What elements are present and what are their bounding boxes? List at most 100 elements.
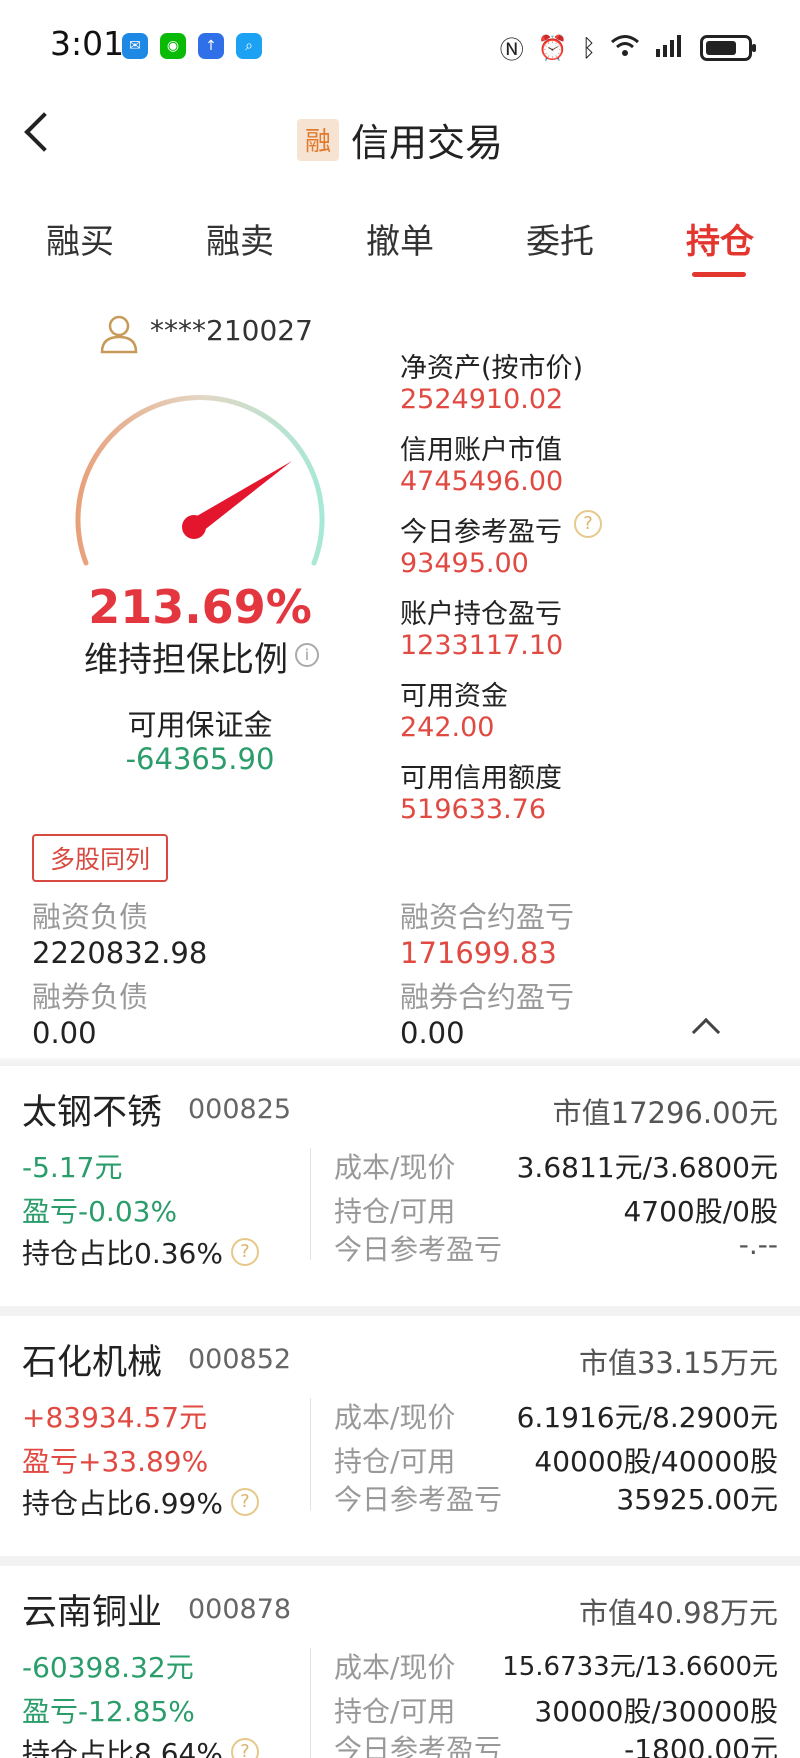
metric-label: 可用信用额度 bbox=[400, 763, 562, 794]
tab-margin-sell[interactable]: 融卖 bbox=[206, 214, 274, 263]
holding-value: 40000股/40000股 bbox=[534, 1445, 778, 1478]
metric-value: 1233117.10 bbox=[400, 630, 564, 661]
metric-value: 519633.76 bbox=[400, 794, 547, 825]
pl-amount: -60398.32元 bbox=[22, 1651, 194, 1684]
help-icon[interactable]: ? bbox=[574, 510, 602, 538]
upload-app-icon: ↑ bbox=[198, 33, 224, 59]
battery-icon bbox=[700, 34, 756, 61]
position-weight-text: 持仓占比0.36% bbox=[22, 1237, 223, 1270]
wifi-icon bbox=[610, 33, 640, 63]
available-margin-value: -64365.90 bbox=[125, 742, 275, 776]
pl-percent: 盈亏+33.89% bbox=[22, 1445, 209, 1478]
securities-contract-pl-label: 融券合约盈亏 bbox=[400, 980, 575, 1014]
metric-label: 净资产(按市价) bbox=[400, 353, 584, 384]
maintenance-ratio-label: 维持担保比例 bbox=[84, 640, 288, 680]
metric-label: 今日参考盈亏 bbox=[400, 517, 562, 548]
metric-label: 可用资金 bbox=[400, 681, 508, 712]
cost-price-label: 成本/现价 bbox=[334, 1651, 456, 1684]
cost-price-value: 3.6811元/3.6800元 bbox=[516, 1151, 778, 1184]
help-icon[interactable]: ? bbox=[230, 1238, 259, 1266]
market-value: 市值33.15万元 bbox=[578, 1346, 778, 1380]
message-app-icon: ✉ bbox=[122, 33, 148, 59]
help-icon[interactable]: ? bbox=[230, 1488, 259, 1516]
holding-label: 持仓/可用 bbox=[334, 1195, 456, 1228]
today-pl-label: 今日参考盈亏 bbox=[334, 1483, 503, 1516]
page-header: 融 信用交易 bbox=[0, 112, 800, 167]
multi-stock-button[interactable]: 多股同列 bbox=[32, 834, 168, 882]
pl-amount: +83934.57元 bbox=[22, 1401, 208, 1434]
holding-value: 30000股/30000股 bbox=[534, 1695, 778, 1728]
pl-percent: 盈亏-0.03% bbox=[22, 1195, 178, 1228]
position-weight: 持仓占比0.36% ? bbox=[22, 1232, 259, 1272]
metric-value: 242.00 bbox=[400, 712, 495, 743]
card-divider bbox=[310, 1398, 311, 1510]
card-divider bbox=[310, 1648, 311, 1758]
securities-debt-label: 融券负债 bbox=[32, 980, 149, 1014]
account-id: ****210027 bbox=[150, 314, 313, 347]
alarm-icon: ⏰ bbox=[537, 33, 568, 62]
status-time: 3:01 bbox=[50, 24, 125, 63]
metric-label: 账户持仓盈亏 bbox=[400, 599, 562, 630]
pl-percent: 盈亏-12.85% bbox=[22, 1695, 195, 1728]
today-pl-value: -1800.00元 bbox=[624, 1733, 778, 1758]
cost-price-value: 15.6733元/13.6600元 bbox=[502, 1652, 778, 1682]
position-card[interactable]: 太钢不锈 000825 市值17296.00元 -5.17元 盈亏-0.03% … bbox=[0, 1066, 800, 1306]
help-icon[interactable]: ? bbox=[230, 1738, 259, 1758]
stock-name: 石化机械 bbox=[22, 1343, 163, 1383]
securities-debt-value: 0.00 bbox=[32, 1016, 97, 1050]
tab-orders[interactable]: 委托 bbox=[526, 214, 594, 263]
bluetooth-icon: ᛒ bbox=[581, 33, 596, 62]
page-title: 信用交易 bbox=[350, 121, 503, 165]
pl-amount: -5.17元 bbox=[22, 1151, 123, 1184]
financing-contract-pl-label: 融资合约盈亏 bbox=[400, 900, 575, 934]
market-value: 市值17296.00元 bbox=[552, 1096, 778, 1130]
today-pl-value: -.-- bbox=[738, 1228, 778, 1261]
today-pl-label: 今日参考盈亏 bbox=[334, 1233, 503, 1266]
stock-code: 000825 bbox=[188, 1094, 292, 1125]
metric-value: 93495.00 bbox=[400, 548, 529, 579]
stock-code: 000878 bbox=[188, 1594, 292, 1625]
securities-contract-pl-value: 0.00 bbox=[400, 1016, 465, 1050]
search-app-icon: ⌕ bbox=[236, 33, 262, 59]
user-icon bbox=[100, 315, 138, 354]
cost-price-value: 6.1916元/8.2900元 bbox=[516, 1401, 778, 1434]
stock-name: 太钢不锈 bbox=[22, 1093, 163, 1133]
nfc-icon: Ⓝ bbox=[499, 36, 524, 64]
status-icons: Ⓝ ⏰ ᛒ bbox=[499, 30, 756, 65]
market-value: 市值40.98万元 bbox=[578, 1596, 778, 1630]
credit-badge-icon: 融 bbox=[296, 118, 339, 161]
stock-name: 云南铜业 bbox=[22, 1593, 163, 1633]
holding-label: 持仓/可用 bbox=[334, 1445, 456, 1478]
holding-value: 4700股/0股 bbox=[623, 1195, 778, 1228]
financing-debt-label: 融资负债 bbox=[32, 900, 149, 934]
card-divider bbox=[310, 1148, 311, 1260]
metric-value: 2524910.02 bbox=[400, 384, 564, 415]
position-weight: 持仓占比8.64% ? bbox=[22, 1732, 259, 1758]
tab-margin-buy[interactable]: 融买 bbox=[46, 214, 114, 263]
financing-contract-pl-value: 171699.83 bbox=[400, 936, 557, 970]
signal-icon bbox=[654, 33, 686, 63]
position-weight-text: 持仓占比6.99% bbox=[22, 1487, 223, 1520]
tab-cancel-order[interactable]: 撤单 bbox=[366, 214, 434, 263]
metric-value: 4745496.00 bbox=[400, 466, 564, 497]
today-pl-label: 今日参考盈亏 bbox=[334, 1733, 503, 1758]
info-icon[interactable]: i bbox=[295, 643, 319, 667]
position-card[interactable]: 云南铜业 000878 市值40.98万元 -60398.32元 盈亏-12.8… bbox=[0, 1566, 800, 1758]
cost-price-label: 成本/现价 bbox=[334, 1151, 456, 1184]
available-margin-label: 可用保证金 bbox=[127, 708, 273, 742]
stock-code: 000852 bbox=[188, 1344, 292, 1375]
today-pl-value: 35925.00元 bbox=[616, 1483, 778, 1516]
position-weight: 持仓占比6.99% ? bbox=[22, 1482, 259, 1522]
holding-label: 持仓/可用 bbox=[334, 1695, 456, 1728]
maintenance-ratio-gauge bbox=[75, 395, 325, 566]
financing-debt-value: 2220832.98 bbox=[32, 936, 208, 970]
position-card[interactable]: 石化机械 000852 市值33.15万元 +83934.57元 盈亏+33.8… bbox=[0, 1316, 800, 1556]
maintenance-ratio-value: 213.69% bbox=[88, 580, 312, 634]
tab-positions[interactable]: 持仓 bbox=[686, 214, 754, 263]
cost-price-label: 成本/现价 bbox=[334, 1401, 456, 1434]
wechat-icon: ◉ bbox=[160, 33, 186, 59]
collapse-chevron-icon[interactable] bbox=[691, 1017, 721, 1047]
metric-label: 信用账户市值 bbox=[400, 435, 562, 466]
active-tab-indicator bbox=[692, 272, 746, 277]
position-weight-text: 持仓占比8.64% bbox=[22, 1737, 223, 1758]
